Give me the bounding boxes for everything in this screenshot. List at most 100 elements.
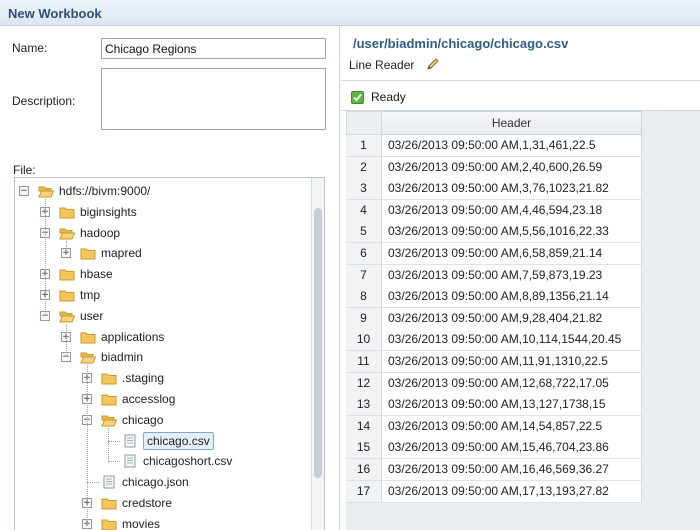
- tree-node-label[interactable]: chicagoshort.csv: [143, 454, 232, 468]
- tree-node-label[interactable]: mapred: [101, 246, 142, 260]
- table-row[interactable]: 12 03/26/2013 09:50:00 AM,12,68,722,17.05: [346, 372, 642, 395]
- tree-node[interactable]: chicagoshort.csv: [15, 451, 310, 471]
- tree-node-label[interactable]: hdfs://bivm:9000/: [59, 184, 150, 198]
- row-value: 03/26/2013 09:50:00 AM,3,76,1023,21.82: [382, 178, 642, 201]
- row-value: 03/26/2013 09:50:00 AM,2,40,600,26.59: [382, 156, 642, 179]
- table-row[interactable]: 16 03/26/2013 09:50:00 AM,16,46,569,36.27: [346, 459, 642, 481]
- folder-icon: [101, 371, 117, 385]
- tree-node[interactable]: + .staging: [15, 368, 310, 388]
- table-row[interactable]: 4 03/26/2013 09:50:00 AM,4,46,594,23.18: [346, 199, 642, 222]
- tree-node[interactable]: + applications: [15, 327, 310, 347]
- row-number: 5: [346, 221, 382, 244]
- name-input[interactable]: Chicago Regions: [101, 38, 326, 59]
- tree-node-label[interactable]: user: [80, 309, 103, 323]
- table-row[interactable]: 14 03/26/2013 09:50:00 AM,14,54,857,22.5: [346, 415, 642, 438]
- tree-node[interactable]: + accesslog: [15, 389, 310, 409]
- tree-node-label[interactable]: biginsights: [80, 205, 137, 219]
- row-number: 16: [346, 459, 382, 481]
- table-row[interactable]: 2 03/26/2013 09:50:00 AM,2,40,600,26.59: [346, 156, 642, 179]
- tree-node-label[interactable]: accesslog: [122, 392, 175, 406]
- tree-node[interactable]: + mapred: [15, 243, 310, 263]
- name-input-value: Chicago Regions: [105, 42, 197, 56]
- file-path-title: /user/biadmin/chicago/chicago.csv: [353, 36, 569, 51]
- left-pane: Name: Chicago Regions Description: File:…: [0, 27, 340, 530]
- row-number: 12: [346, 372, 382, 395]
- file-label: File:: [13, 163, 36, 177]
- tree-node[interactable]: + biginsights: [15, 202, 310, 222]
- check-icon: [351, 91, 364, 104]
- row-number: 10: [346, 329, 382, 352]
- collapse-icon[interactable]: −: [19, 186, 29, 196]
- row-value: 03/26/2013 09:50:00 AM,7,59,873,19.23: [382, 264, 642, 287]
- tree-connector: [87, 482, 99, 484]
- tree-node-label[interactable]: chicago.json: [122, 475, 189, 489]
- tree-node-label[interactable]: .staging: [122, 371, 164, 385]
- folder-icon: [59, 267, 75, 281]
- row-value: 03/26/2013 09:50:00 AM,5,56,1016,22.33: [382, 221, 642, 244]
- tree-node[interactable]: chicago.csv: [15, 431, 310, 451]
- tree-node-label[interactable]: applications: [101, 330, 164, 344]
- tree-connector: [66, 323, 67, 358]
- pencil-icon[interactable]: [426, 57, 440, 74]
- tree-node-label[interactable]: credstore: [122, 496, 172, 510]
- tree-node[interactable]: − hadoop: [15, 223, 310, 243]
- tree-node[interactable]: − chicago: [15, 410, 310, 430]
- table-row[interactable]: 10 03/26/2013 09:50:00 AM,10,114,1544,20.…: [346, 329, 642, 352]
- table-row[interactable]: 3 03/26/2013 09:50:00 AM,3,76,1023,21.82: [346, 178, 642, 201]
- table-row[interactable]: 11 03/26/2013 09:50:00 AM,11,91,1310,22.5: [346, 351, 642, 373]
- tree-node-label[interactable]: biadmin: [101, 350, 143, 364]
- table-row[interactable]: 5 03/26/2013 09:50:00 AM,5,56,1016,22.33: [346, 221, 642, 244]
- tree-connector: [87, 365, 88, 524]
- tree-node-label[interactable]: hbase: [80, 267, 113, 281]
- file-tree[interactable]: − hdfs://bivm:9000/ + biginsights − hadoop + ma…: [14, 177, 325, 530]
- folder-open-icon: [101, 413, 118, 427]
- table-row[interactable]: 13 03/26/2013 09:50:00 AM,13,127,1738,15: [346, 394, 642, 417]
- row-number: 13: [346, 394, 382, 417]
- tree-node[interactable]: + movies: [15, 514, 310, 530]
- row-number: 15: [346, 437, 382, 460]
- tree-connector: [45, 199, 46, 316]
- table-row[interactable]: 1 03/26/2013 09:50:00 AM,1,31,461,22.5: [346, 135, 642, 157]
- table-row[interactable]: 15 03/26/2013 09:50:00 AM,15,46,704,23.86: [346, 437, 642, 460]
- row-value: 03/26/2013 09:50:00 AM,4,46,594,23.18: [382, 199, 642, 222]
- table-row[interactable]: 17 03/26/2013 09:50:00 AM,17,13,193,27.82: [346, 480, 642, 503]
- tree-node-label[interactable]: movies: [122, 517, 160, 530]
- tree-node-label[interactable]: chicago.csv: [143, 431, 214, 450]
- folder-open-icon: [59, 226, 76, 240]
- folder-icon: [59, 205, 75, 219]
- tree-connector: [66, 240, 67, 254]
- table-row[interactable]: 6 03/26/2013 09:50:00 AM,6,58,859,21.14: [346, 243, 642, 265]
- table-row[interactable]: 9 03/26/2013 09:50:00 AM,9,28,404,21.82: [346, 307, 642, 330]
- window-title: New Workbook: [8, 6, 102, 21]
- folder-icon: [59, 288, 75, 302]
- tree-node[interactable]: − biadmin: [15, 347, 310, 367]
- tree-node[interactable]: chicago.json: [15, 472, 310, 492]
- folder-open-icon: [80, 350, 97, 364]
- tree-node[interactable]: + hbase: [15, 264, 310, 284]
- row-value: 03/26/2013 09:50:00 AM,16,46,569,36.27: [382, 459, 642, 481]
- description-textarea[interactable]: [101, 68, 326, 130]
- tree-node[interactable]: + tmp: [15, 285, 310, 305]
- tree-scrollbar-thumb[interactable]: [314, 208, 322, 478]
- row-number: 11: [346, 351, 382, 373]
- table-row[interactable]: 7 03/26/2013 09:50:00 AM,7,59,873,19.23: [346, 264, 642, 287]
- window-titlebar: New Workbook: [0, 0, 700, 26]
- tree-scrollbar[interactable]: [311, 178, 324, 530]
- table-row[interactable]: 8 03/26/2013 09:50:00 AM,8,89,1356,21.14: [346, 286, 642, 309]
- row-number: 2: [346, 156, 382, 179]
- tree-node[interactable]: − hdfs://bivm:9000/: [15, 181, 310, 201]
- tree-node[interactable]: − user: [15, 306, 310, 326]
- tree-node[interactable]: + credstore: [15, 493, 310, 513]
- folder-icon: [101, 496, 117, 510]
- row-number: 3: [346, 178, 382, 201]
- tree-node-label[interactable]: tmp: [80, 288, 100, 302]
- row-value: 03/26/2013 09:50:00 AM,6,58,859,21.14: [382, 243, 642, 265]
- row-number: 1: [346, 135, 382, 157]
- row-value: 03/26/2013 09:50:00 AM,11,91,1310,22.5: [382, 351, 642, 373]
- right-pane: /user/biadmin/chicago/chicago.csv Line R…: [341, 27, 700, 530]
- file-icon: [122, 454, 138, 468]
- tree-node-label[interactable]: chicago: [122, 413, 163, 427]
- column-header[interactable]: Header: [382, 111, 642, 135]
- tree-node-label[interactable]: hadoop: [80, 226, 120, 240]
- status-text: Ready: [371, 90, 406, 104]
